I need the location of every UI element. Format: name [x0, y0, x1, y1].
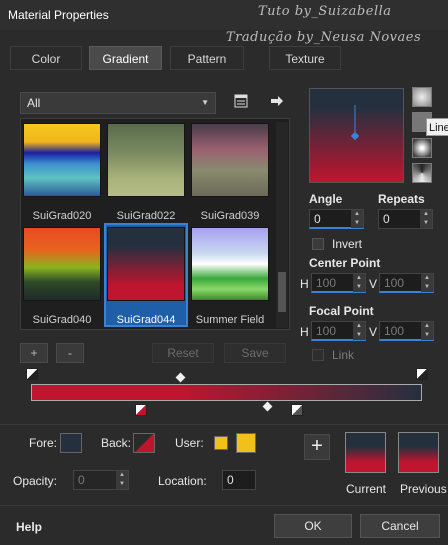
- category-dropdown[interactable]: All ▼: [20, 92, 216, 114]
- tab-color[interactable]: Color: [10, 46, 82, 70]
- invert-label: Invert: [332, 237, 363, 251]
- focal-h-label: H: [300, 325, 309, 339]
- back-label: Back:: [101, 436, 132, 450]
- user-color-box[interactable]: [236, 433, 256, 453]
- opacity-label: Opacity:: [13, 474, 58, 488]
- user-label: User:: [175, 436, 204, 450]
- chevron-down-icon: ▼: [201, 98, 209, 107]
- link-label: Link: [332, 348, 355, 362]
- location-value: 0: [227, 473, 234, 487]
- focal-v-value: 100: [384, 324, 405, 338]
- watermark-line-2: Tradução by_Neusa Novaes: [226, 30, 422, 45]
- swatch-label-suigrad044: SuiGrad044: [116, 314, 176, 326]
- opacity-value: 0: [78, 473, 85, 487]
- tab-texture[interactable]: Texture: [269, 46, 341, 70]
- swatch-summer-field[interactable]: [191, 227, 269, 301]
- previous-swatch[interactable]: [398, 432, 439, 473]
- swatch-label-suigrad020: SuiGrad020: [32, 210, 92, 222]
- repeats-label: Repeats: [378, 192, 425, 206]
- library-options-icon[interactable]: [232, 92, 250, 110]
- gradient-stop-left-marker[interactable]: [26, 368, 38, 380]
- category-value: All: [27, 96, 41, 110]
- window-title: Material Properties: [8, 8, 109, 22]
- swatch-suigrad039[interactable]: [191, 123, 269, 197]
- fore-color-box[interactable]: [60, 433, 82, 453]
- repeats-value: 0: [383, 212, 390, 226]
- gradient-preview[interactable]: [309, 88, 404, 183]
- save-button[interactable]: Save: [224, 343, 286, 363]
- tooltip: Line: [426, 118, 448, 136]
- center-v-input[interactable]: 100 ▲ ▼: [379, 273, 434, 293]
- gradient-midpoint-top[interactable]: [175, 372, 186, 383]
- tab-gradient[interactable]: Gradient: [89, 46, 162, 70]
- footer-divider: [0, 505, 448, 506]
- radial-style-button[interactable]: [412, 138, 432, 158]
- repeats-spinner[interactable]: ▲ ▼: [420, 210, 432, 228]
- center-h-input[interactable]: 100 ▲ ▼: [311, 273, 366, 293]
- swatch-label-summer-field: Summer Field: [195, 314, 265, 326]
- location-input[interactable]: 0: [222, 470, 256, 490]
- current-label: Current: [346, 482, 387, 496]
- cancel-button[interactable]: Cancel: [360, 514, 440, 538]
- back-color-box[interactable]: [133, 433, 155, 453]
- repeats-input[interactable]: 0 ▲ ▼: [378, 209, 433, 229]
- ok-button[interactable]: OK: [274, 514, 352, 538]
- center-point-label: Center Point: [309, 256, 381, 270]
- gradient-stop-back[interactable]: [135, 404, 147, 416]
- reset-button[interactable]: Reset: [152, 343, 214, 363]
- gradient-stop-right-marker[interactable]: [416, 368, 428, 380]
- swatch-label-suigrad022: SuiGrad022: [116, 210, 176, 222]
- focal-v-label: V: [369, 325, 378, 339]
- opacity-spinner[interactable]: ▲ ▼: [116, 471, 128, 489]
- angle-value: 0: [314, 212, 321, 226]
- swatch-suigrad020[interactable]: [23, 123, 101, 197]
- swatch-suigrad044[interactable]: [107, 227, 185, 301]
- help-link[interactable]: Help: [16, 520, 42, 534]
- gradient-stop-user[interactable]: [291, 404, 303, 416]
- add-to-swatches-button[interactable]: +: [304, 434, 330, 460]
- fore-label: Fore:: [29, 436, 58, 450]
- focal-h-spinner[interactable]: ▲ ▼: [353, 322, 365, 340]
- scrollbar-thumb[interactable]: [278, 272, 286, 312]
- swatch-label-suigrad039: SuiGrad039: [200, 210, 260, 222]
- focal-h-input[interactable]: 100 ▲ ▼: [311, 321, 366, 341]
- angle-label: Angle: [309, 192, 343, 206]
- sunburst-style-button[interactable]: [412, 163, 432, 183]
- center-v-value: 100: [384, 276, 405, 290]
- focal-v-input[interactable]: 100 ▲ ▼: [379, 321, 434, 341]
- center-v-label: V: [369, 277, 378, 291]
- swatch-scrollbar[interactable]: [276, 122, 288, 328]
- center-h-spinner[interactable]: ▲ ▼: [353, 274, 365, 292]
- tab-pattern[interactable]: Pattern: [170, 46, 244, 70]
- divider: [0, 424, 448, 425]
- swatch-suigrad022[interactable]: [107, 123, 185, 197]
- location-label: Location:: [158, 474, 207, 488]
- focal-point-label: Focal Point: [309, 304, 374, 318]
- swatch-label-suigrad040: SuiGrad040: [32, 314, 92, 326]
- gradient-editor-bar[interactable]: [31, 384, 422, 401]
- remove-gradient-button[interactable]: -: [56, 343, 84, 363]
- previous-label: Previous: [400, 482, 447, 496]
- focal-v-spinner[interactable]: ▲ ▼: [421, 322, 433, 340]
- invert-checkbox[interactable]: [312, 238, 324, 250]
- user-color-small[interactable]: [214, 436, 228, 450]
- watermark-line-1: Tuto by_Suizabella: [258, 4, 392, 19]
- gradient-midpoint-bottom[interactable]: [262, 401, 273, 412]
- current-swatch: [345, 432, 386, 473]
- link-checkbox[interactable]: [312, 349, 324, 361]
- angle-spinner[interactable]: ▲ ▼: [351, 210, 363, 228]
- tab-bar: Color Gradient Pattern Texture: [0, 46, 448, 72]
- swatch-suigrad040[interactable]: [23, 227, 101, 301]
- angle-input[interactable]: 0 ▲ ▼: [309, 209, 364, 229]
- center-v-spinner[interactable]: ▲ ▼: [421, 274, 433, 292]
- linear-style-button[interactable]: [412, 87, 432, 107]
- opacity-input[interactable]: 0 ▲ ▼: [73, 470, 129, 490]
- add-gradient-button[interactable]: +: [20, 343, 48, 363]
- center-h-value: 100: [316, 276, 337, 290]
- focal-h-value: 100: [316, 324, 337, 338]
- arrow-right-icon[interactable]: [268, 92, 286, 110]
- center-h-label: H: [300, 277, 309, 291]
